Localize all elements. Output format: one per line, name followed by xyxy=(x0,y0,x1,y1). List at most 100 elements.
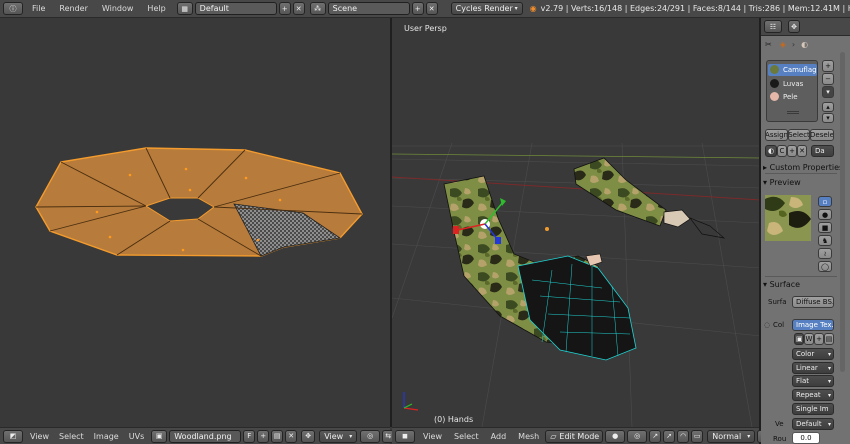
surface-field-label: Surfa xyxy=(768,298,787,306)
uv-menu-view[interactable]: View xyxy=(25,432,54,441)
assign-button[interactable]: Assign xyxy=(765,129,788,141)
layout-browse-button[interactable]: ▦ xyxy=(176,2,193,15)
area-split-vertical[interactable] xyxy=(390,18,392,427)
render-engine-dropdown[interactable]: Cycles Render ▾ xyxy=(450,2,523,15)
viewport-editor-type-button[interactable]: ◼ xyxy=(395,429,415,443)
uv-view-dropdown[interactable]: View ▾ xyxy=(319,429,358,443)
image-w-button[interactable]: W xyxy=(804,333,814,345)
open-image-button[interactable]: ▤ xyxy=(271,429,284,443)
editor-type-button[interactable]: ⓘ xyxy=(3,2,23,15)
image-icon: ▣ xyxy=(796,335,803,343)
interaction-mode-dropdown[interactable]: ▱ Edit Mode xyxy=(545,429,604,443)
viewport-canvas[interactable] xyxy=(391,18,762,428)
pin-image-button[interactable]: ✥ xyxy=(301,429,316,443)
roughness-field[interactable]: 0.0 xyxy=(792,432,820,444)
viewport-menu-add[interactable]: Add xyxy=(485,432,513,441)
move-slot-up-button[interactable]: ▴ xyxy=(822,102,834,112)
cube-icon: ■ xyxy=(821,223,829,232)
close-icon: ✕ xyxy=(295,4,302,13)
image-source-label: Single Im xyxy=(796,405,829,413)
shading-dropdown[interactable]: ● xyxy=(605,429,626,443)
move-slot-down-button[interactable]: ▾ xyxy=(822,113,834,123)
material-link-dropdown[interactable]: Da xyxy=(811,145,834,157)
image-browse-small-button[interactable]: ▣ xyxy=(794,333,804,345)
projection-dropdown[interactable]: Flat ▾ xyxy=(792,375,834,387)
viewport-header: ◼ View Select Add Mesh ▱ Edit Mode ● ◎ ↗ … xyxy=(392,427,772,444)
fake-user-button[interactable]: F xyxy=(243,429,256,443)
layout-delete-button[interactable]: ✕ xyxy=(292,2,305,15)
menu-render[interactable]: Render xyxy=(52,4,94,13)
material-users-button[interactable]: C xyxy=(777,145,787,157)
preview-sphere-large-button[interactable]: ◯ xyxy=(818,261,832,272)
3d-cursor[interactable] xyxy=(545,227,549,231)
uv-menu-select[interactable]: Select xyxy=(54,432,89,441)
viewport-menu-select[interactable]: Select xyxy=(448,432,485,441)
menu-help[interactable]: Help xyxy=(140,4,172,13)
remove-material-slot-button[interactable]: − xyxy=(822,73,834,85)
uv-menu-image[interactable]: Image xyxy=(89,432,124,441)
list-resize-handle[interactable] xyxy=(787,111,799,112)
material-add-button[interactable]: + xyxy=(787,145,797,157)
preview-panel-header[interactable]: ▾ Preview xyxy=(763,178,841,187)
uv-view-label: View xyxy=(324,431,344,441)
material-slot-luvas[interactable]: Luvas xyxy=(770,79,803,88)
material-slot-pele[interactable]: Pele xyxy=(770,92,798,101)
material-slot-camuflag[interactable]: Camuflag xyxy=(770,65,817,74)
manipulator-toggle[interactable]: ↗ xyxy=(649,429,662,443)
image-new-button[interactable]: + xyxy=(814,333,824,345)
pivot-dropdown[interactable]: ◎ xyxy=(360,429,381,443)
active-object-label: (0) Hands xyxy=(434,415,474,424)
translate-manipulator[interactable]: ➚ xyxy=(663,429,676,443)
preview-cube-button[interactable]: ■ xyxy=(818,222,832,233)
preview-monkey-button[interactable]: ♞ xyxy=(818,235,832,246)
surface-shader-button[interactable]: Diffuse BS... xyxy=(792,296,834,308)
preview-hair-button[interactable]: ≀ xyxy=(818,248,832,259)
scale-manipulator[interactable]: ▭ xyxy=(691,429,704,443)
rotate-manipulator[interactable]: ◠ xyxy=(677,429,690,443)
vector-dropdown[interactable]: Default ▾ xyxy=(792,418,834,430)
layout-add-button[interactable]: + xyxy=(278,2,291,15)
unlink-image-button[interactable]: ✕ xyxy=(285,429,298,443)
deselect-button[interactable]: Desele xyxy=(810,129,834,141)
material-browse-button[interactable]: ◐ xyxy=(765,145,777,157)
pin-id-button[interactable]: ✥ xyxy=(788,20,800,33)
material-unlink-button[interactable]: ✕ xyxy=(797,145,807,157)
color-space-dropdown[interactable]: Color ▾ xyxy=(792,348,834,360)
image-name-field[interactable]: Woodland.png xyxy=(169,429,242,443)
select-button[interactable]: Select xyxy=(788,129,810,141)
new-image-button[interactable]: + xyxy=(257,429,270,443)
uv-canvas[interactable] xyxy=(0,18,390,427)
menu-window[interactable]: Window xyxy=(95,4,141,13)
menu-file[interactable]: File xyxy=(25,4,52,13)
scene-name-field[interactable]: Scene xyxy=(327,2,410,15)
material-slots-list[interactable]: Camuflag Luvas Pele xyxy=(766,60,818,122)
layout-name-field[interactable]: Default xyxy=(194,2,277,15)
scene-delete-button[interactable]: ✕ xyxy=(425,2,438,15)
interpolation-dropdown[interactable]: Linear ▾ xyxy=(792,362,834,374)
uv-editor-area[interactable] xyxy=(0,18,390,427)
scene-browse-button[interactable]: ⁂ xyxy=(309,2,326,15)
add-material-slot-button[interactable]: + xyxy=(822,60,834,72)
pivot-point-dropdown[interactable]: ◎ xyxy=(627,429,648,443)
uv-editor-type-button[interactable]: ◩ xyxy=(3,429,23,443)
viewport-menu-mesh[interactable]: Mesh xyxy=(512,432,545,441)
material-specials-button[interactable]: ▾ xyxy=(822,86,834,98)
extension-dropdown[interactable]: Repeat ▾ xyxy=(792,389,834,401)
preview-sphere-button[interactable]: ● xyxy=(818,209,832,220)
preview-flat-button[interactable]: ▫ xyxy=(818,196,832,207)
properties-editor-type-button[interactable]: ☷ xyxy=(764,20,782,33)
color-input-node-button[interactable]: Image Tex... xyxy=(792,319,834,331)
image-source-dropdown[interactable]: Single Im xyxy=(792,403,834,415)
viewport-3d-area[interactable]: User Persp (0) Hands xyxy=(391,18,762,428)
viewport-menu-view[interactable]: View xyxy=(417,432,448,441)
image-open-button[interactable]: ▤ xyxy=(824,333,834,345)
uv-menu-uvs[interactable]: UVs xyxy=(124,432,150,441)
transform-orientation-dropdown[interactable]: Normal ▾ xyxy=(707,429,756,443)
gizmo-x-arrow[interactable] xyxy=(453,226,459,234)
image-browse-button[interactable]: ▣ xyxy=(151,429,168,443)
scene-add-button[interactable]: + xyxy=(411,2,424,15)
gizmo-z-arrow[interactable] xyxy=(495,237,501,244)
properties-scrollbar[interactable] xyxy=(840,52,845,372)
custom-properties-panel-header[interactable]: ▸ Custom Properties xyxy=(763,163,843,172)
surface-panel-header[interactable]: ▾ Surface xyxy=(763,280,841,289)
